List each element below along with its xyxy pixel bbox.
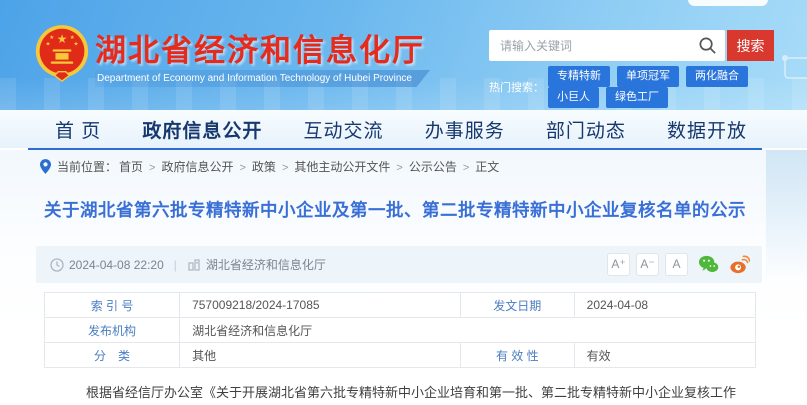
breadcrumb-separator: > bbox=[396, 162, 402, 174]
breadcrumb-separator: > bbox=[282, 162, 288, 174]
table-row: 分 类其他有 效 性有效 bbox=[45, 343, 756, 368]
table-label-cell: 有 效 性 bbox=[460, 343, 574, 368]
table-label-cell: 分 类 bbox=[45, 343, 180, 368]
location-pin-icon bbox=[40, 159, 51, 174]
table-row: 索 引 号757009218/2024-17085发文日期2024-04-08 bbox=[45, 293, 756, 318]
national-emblem-icon: ★ ★ ★ ★ ★ bbox=[34, 23, 90, 85]
article-source: 湖北省经济和信息化厅 bbox=[206, 256, 326, 273]
hot-search-tag[interactable]: 专精特新 bbox=[548, 66, 610, 87]
search-icon[interactable] bbox=[698, 36, 717, 55]
meta-separator: | bbox=[174, 258, 177, 272]
nav-item[interactable]: 部门动态 bbox=[546, 116, 626, 143]
nav-item[interactable]: 办事服务 bbox=[425, 116, 505, 143]
breadcrumb-item[interactable]: 其他主动公开文件 bbox=[294, 160, 390, 174]
hot-tags-container: 专精特新单项冠军两化融合小巨人绿色工厂 bbox=[548, 66, 807, 108]
weibo-icon[interactable] bbox=[729, 254, 750, 275]
svg-text:★: ★ bbox=[70, 34, 75, 41]
font-size-button[interactable]: A⁺ bbox=[607, 253, 630, 276]
site-banner: ★ ★ ★ ★ ★ 湖北省经济和信息化厅 Department of Econo… bbox=[0, 0, 807, 110]
table-value-cell: 湖北省经济和信息化厅 bbox=[180, 318, 756, 343]
nav-item[interactable]: 互动交流 bbox=[304, 116, 384, 143]
article-title: 关于湖北省第六批专精特新中小企业及第一批、第二批专精特新中小企业复核名单的公示 bbox=[28, 197, 762, 222]
font-size-button[interactable]: A bbox=[665, 253, 688, 276]
table-label-cell: 索 引 号 bbox=[45, 293, 180, 318]
table-value-cell: 有效 bbox=[574, 343, 755, 368]
table-label-cell: 发文日期 bbox=[460, 293, 574, 318]
breadcrumb-separator: > bbox=[239, 162, 245, 174]
hot-search-label: 热门搜索： bbox=[489, 79, 544, 95]
nav-item[interactable]: 数据开放 bbox=[667, 116, 747, 143]
nav-item[interactable]: 政府信息公开 bbox=[142, 116, 262, 143]
table-value-cell: 2024-04-08 bbox=[574, 293, 755, 318]
breadcrumb-item[interactable]: 政策 bbox=[252, 160, 276, 174]
breadcrumb-items: 首页 > 政府信息公开 > 政策 > 其他主动公开文件 > 公示公告 > 正文 bbox=[117, 158, 505, 175]
nav-item[interactable]: 首 页 bbox=[55, 116, 101, 143]
hot-search-tag[interactable]: 绿色工厂 bbox=[606, 87, 668, 108]
publish-time: 2024-04-08 22:20 bbox=[69, 258, 164, 272]
document-info-table: 索 引 号757009218/2024-17085发文日期2024-04-08发… bbox=[44, 292, 756, 368]
main-nav: 首 页 政府信息公开 互动交流 办事服务 部门动态 数据开放 bbox=[0, 110, 807, 148]
article-meta-bar: 2024-04-08 22:20 | 湖北省经济和信息化厅 A⁺ A⁻ A bbox=[36, 246, 762, 283]
table-label-cell: 发布机构 bbox=[45, 318, 180, 343]
breadcrumb-separator: > bbox=[149, 162, 155, 174]
search-input[interactable] bbox=[489, 30, 725, 61]
site-subtitle: Department of Economy and Information Te… bbox=[95, 70, 430, 87]
breadcrumb: 当前位置： 首页 > 政府信息公开 > 政策 > 其他主动公开文件 > 公示公告 > 正文 bbox=[40, 158, 505, 175]
font-size-button[interactable]: A⁻ bbox=[636, 253, 659, 276]
article-body-paragraph: 根据省经信厅办公室《关于开展湖北省第六批专精特新中小企业培育和第一批、第二批专精… bbox=[60, 382, 748, 405]
breadcrumb-item[interactable]: 政府信息公开 bbox=[161, 160, 233, 174]
wechat-icon[interactable] bbox=[698, 254, 719, 275]
breadcrumb-label: 当前位置： bbox=[57, 158, 117, 175]
search-button[interactable]: 搜索 bbox=[727, 30, 774, 61]
svg-text:★: ★ bbox=[49, 34, 54, 41]
clock-icon bbox=[50, 258, 64, 272]
organization-icon bbox=[187, 258, 201, 272]
table-value-cell: 757009218/2024-17085 bbox=[180, 293, 461, 318]
font-size-buttons: A⁺ A⁻ A bbox=[601, 253, 688, 276]
page: ★ ★ ★ ★ ★ 湖北省经济和信息化厅 Department of Econo… bbox=[0, 0, 807, 405]
breadcrumb-item[interactable]: 正文 bbox=[475, 160, 499, 174]
breadcrumb-separator: > bbox=[463, 162, 469, 174]
article-meta-left: 2024-04-08 22:20 | 湖北省经济和信息化厅 bbox=[50, 256, 326, 273]
top-right-decoration bbox=[688, 0, 768, 6]
hot-search-tag[interactable]: 单项冠军 bbox=[617, 66, 679, 87]
svg-text:★: ★ bbox=[73, 41, 78, 48]
right-background-fade bbox=[766, 150, 807, 280]
hot-search-row: 热门搜索： 专精特新单项冠军两化融合小巨人绿色工厂 bbox=[489, 66, 807, 108]
article-meta-right: A⁺ A⁻ A bbox=[601, 253, 750, 276]
table-row: 发布机构湖北省经济和信息化厅 bbox=[45, 318, 756, 343]
breadcrumb-item[interactable]: 首页 bbox=[119, 160, 143, 174]
svg-text:★: ★ bbox=[57, 32, 68, 46]
hot-search-tag[interactable]: 两化融合 bbox=[686, 66, 748, 87]
site-title: 湖北省经济和信息化厅 bbox=[95, 25, 425, 70]
breadcrumb-item[interactable]: 公示公告 bbox=[409, 160, 457, 174]
table-value-cell: 其他 bbox=[180, 343, 461, 368]
hot-search-tag[interactable]: 小巨人 bbox=[548, 87, 599, 108]
search-box bbox=[489, 30, 725, 61]
svg-text:★: ★ bbox=[45, 41, 50, 48]
